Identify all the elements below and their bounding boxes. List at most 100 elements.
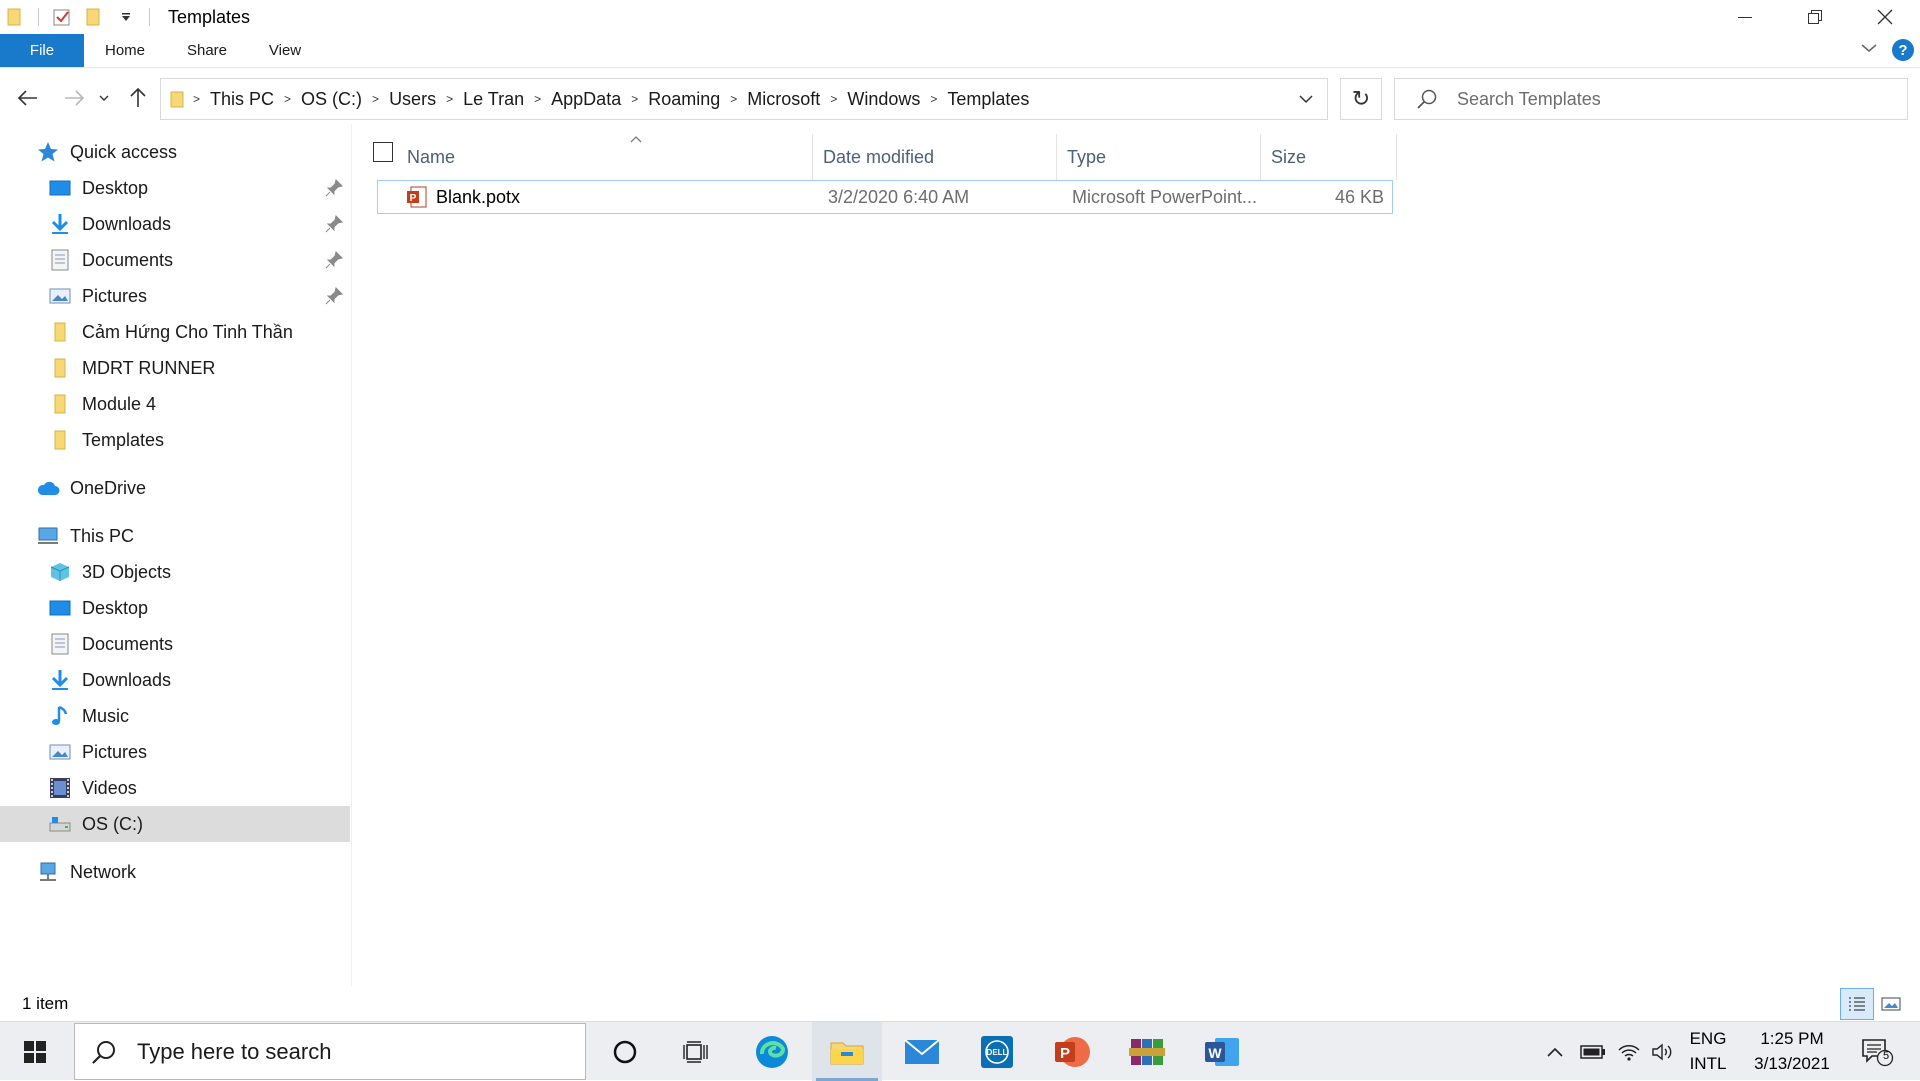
sidebar-item-pc-documents[interactable]: Documents: [0, 626, 350, 662]
folder-icon[interactable]: [4, 6, 26, 28]
table-row[interactable]: P Blank.potx 3/2/2020 6:40 AM Microsoft …: [377, 180, 1393, 214]
sidebar-item-quick-access[interactable]: Quick access: [0, 134, 350, 170]
file-list-pane: Name Date modified Type Size P Blank.pot…: [353, 124, 1920, 984]
taskbar-search-box[interactable]: Type here to search: [74, 1023, 586, 1080]
winrar-books-icon: [1129, 1038, 1165, 1065]
breadcrumb-separator-icon[interactable]: >: [631, 92, 638, 106]
back-button[interactable]: [14, 84, 42, 112]
sidebar-item-label: Templates: [82, 429, 165, 450]
show-hidden-icons-chevron-icon[interactable]: [1540, 1022, 1570, 1081]
powerpoint-icon: P: [1055, 1036, 1090, 1067]
column-header-name[interactable]: Name: [397, 134, 813, 180]
breadcrumb-separator-icon[interactable]: >: [930, 92, 937, 106]
sidebar-item-label: Pictures: [82, 285, 148, 306]
breadcrumb-separator-icon[interactable]: >: [193, 92, 200, 106]
volume-icon[interactable]: [1648, 1022, 1678, 1081]
sidebar-item-label: Cảm Hứng Cho Tinh Thần: [82, 321, 293, 342]
breadcrumb-appdata[interactable]: AppData: [551, 89, 621, 110]
sidebar-item-music[interactable]: Music: [0, 698, 350, 734]
properties-checkmark-icon[interactable]: [51, 6, 73, 28]
sidebar-item-this-pc[interactable]: This PC: [0, 518, 350, 554]
file-name[interactable]: Blank.potx: [436, 181, 736, 213]
breadcrumb-microsoft[interactable]: Microsoft: [747, 89, 820, 110]
start-button[interactable]: [0, 1022, 70, 1081]
pin-icon[interactable]: [324, 250, 344, 270]
pin-icon[interactable]: [324, 178, 344, 198]
up-button[interactable]: [124, 84, 152, 112]
sidebar-item-pc-desktop[interactable]: Desktop: [0, 590, 350, 626]
address-history-chevron-icon[interactable]: [1285, 79, 1327, 119]
column-header-size[interactable]: Size: [1261, 134, 1397, 180]
address-bar[interactable]: > This PC > OS (C:) > Users > Le Tran > …: [160, 78, 1328, 120]
tab-view[interactable]: View: [252, 34, 318, 67]
sidebar-item-quick-documents[interactable]: Documents: [0, 242, 350, 278]
taskbar-app-dell[interactable]: DELL: [962, 1022, 1032, 1081]
breadcrumb-separator-icon[interactable]: >: [284, 92, 291, 106]
sidebar-item-cam-hung[interactable]: Cảm Hứng Cho Tinh Thần: [0, 314, 350, 350]
breadcrumb-separator-icon[interactable]: >: [372, 92, 379, 106]
help-icon[interactable]: ?: [1892, 39, 1914, 61]
recent-locations-chevron-icon[interactable]: [94, 84, 114, 112]
forward-button[interactable]: [60, 84, 88, 112]
sidebar-item-quick-desktop[interactable]: Desktop: [0, 170, 350, 206]
system-clock[interactable]: 1:25 PM 3/13/2021: [1742, 1026, 1842, 1076]
sidebar-item-3d-objects[interactable]: 3D Objects: [0, 554, 350, 590]
sidebar-item-pc-pictures[interactable]: Pictures: [0, 734, 350, 770]
breadcrumb-separator-icon[interactable]: >: [830, 92, 837, 106]
sidebar-item-pc-downloads[interactable]: Downloads: [0, 662, 350, 698]
tab-share[interactable]: Share: [172, 34, 242, 67]
breadcrumb-windows[interactable]: Windows: [847, 89, 920, 110]
column-header-date-modified[interactable]: Date modified: [813, 134, 1057, 180]
minimize-button[interactable]: [1710, 0, 1780, 34]
taskbar-app-powerpoint[interactable]: P: [1037, 1022, 1107, 1081]
column-header-type[interactable]: Type: [1057, 134, 1261, 180]
sidebar-item-videos[interactable]: Videos: [0, 770, 350, 806]
pin-icon[interactable]: [324, 214, 344, 234]
large-icons-view-icon[interactable]: [1874, 988, 1908, 1020]
taskbar-app-mail[interactable]: [887, 1022, 957, 1081]
breadcrumb-separator-icon[interactable]: >: [730, 92, 737, 106]
sidebar-item-os-c[interactable]: OS (C:): [0, 806, 350, 842]
breadcrumb-users[interactable]: Users: [389, 89, 436, 110]
breadcrumb-roaming[interactable]: Roaming: [648, 89, 720, 110]
sidebar-item-module-4[interactable]: Module 4: [0, 386, 350, 422]
action-center-button[interactable]: 5: [1852, 1022, 1902, 1081]
taskbar-app-edge[interactable]: [737, 1022, 807, 1081]
svg-text:DELL: DELL: [987, 1048, 1008, 1057]
3d-objects-icon: [48, 560, 72, 584]
cortana-button[interactable]: [590, 1022, 660, 1081]
sidebar-item-templates[interactable]: Templates: [0, 422, 350, 458]
sidebar-item-quick-downloads[interactable]: Downloads: [0, 206, 350, 242]
tab-home[interactable]: Home: [90, 34, 160, 67]
refresh-button[interactable]: ↻: [1340, 78, 1382, 120]
pin-icon[interactable]: [324, 286, 344, 306]
expand-ribbon-chevron-icon[interactable]: [1860, 41, 1878, 59]
breadcrumb-os-c[interactable]: OS (C:): [301, 89, 362, 110]
taskbar-app-winrar[interactable]: [1112, 1022, 1182, 1081]
select-all-checkbox[interactable]: [373, 142, 393, 162]
battery-icon[interactable]: [1576, 1022, 1610, 1081]
wifi-icon[interactable]: [1612, 1022, 1646, 1081]
customize-toolbar-dropdown-icon[interactable]: [115, 6, 137, 28]
sidebar-item-network[interactable]: Network: [0, 854, 350, 890]
details-view-icon[interactable]: [1840, 988, 1874, 1020]
taskbar-app-file-explorer[interactable]: [812, 1022, 882, 1081]
breadcrumb-separator-icon[interactable]: >: [534, 92, 541, 106]
input-language-indicator[interactable]: ENG INTL: [1678, 1026, 1738, 1076]
tab-file[interactable]: File: [0, 34, 84, 67]
new-folder-icon[interactable]: [83, 6, 105, 28]
close-button[interactable]: [1850, 0, 1920, 34]
breadcrumb-templates[interactable]: Templates: [947, 89, 1029, 110]
sidebar-item-mdrt-runner[interactable]: MDRT RUNNER: [0, 350, 350, 386]
sidebar-item-quick-pictures[interactable]: Pictures: [0, 278, 350, 314]
clock-date: 3/13/2021: [1754, 1054, 1830, 1073]
breadcrumb-this-pc[interactable]: This PC: [210, 89, 274, 110]
restore-button[interactable]: [1780, 0, 1850, 34]
breadcrumb-separator-icon[interactable]: >: [446, 92, 453, 106]
sidebar-item-onedrive[interactable]: OneDrive: [0, 470, 350, 506]
download-arrow-icon: [48, 668, 72, 692]
search-box[interactable]: Search Templates: [1394, 78, 1908, 120]
breadcrumb-le-tran[interactable]: Le Tran: [463, 89, 524, 110]
taskbar-app-word[interactable]: W: [1187, 1022, 1257, 1081]
task-view-button[interactable]: [662, 1022, 732, 1081]
